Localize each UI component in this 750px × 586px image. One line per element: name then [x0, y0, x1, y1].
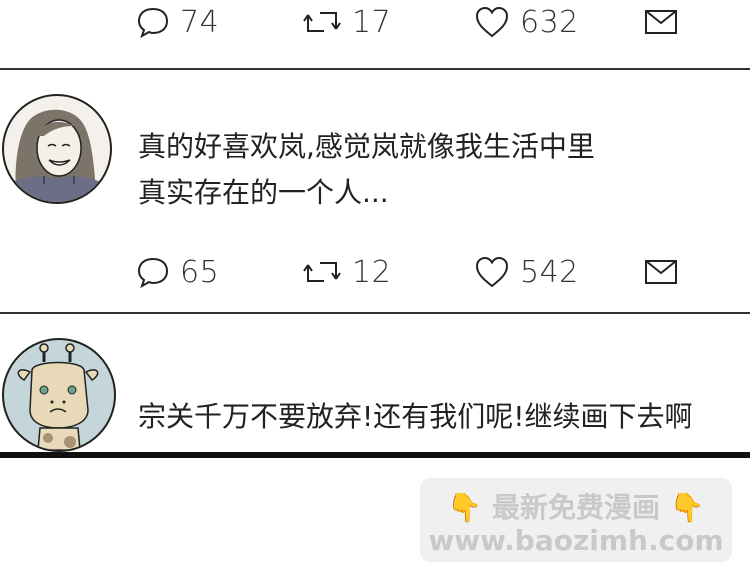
tweet-divider: [0, 312, 750, 314]
retweet-count: 12: [352, 254, 392, 290]
tweet-text-line-1: 真的好喜欢岚,感觉岚就像我生活中里: [138, 130, 595, 163]
section-divider: [0, 452, 750, 458]
reply-action[interactable]: 74: [136, 2, 219, 42]
tweet-text-line-2: 真实存在的一个人...: [138, 176, 389, 209]
message-icon: [645, 260, 677, 284]
like-action[interactable]: 542: [474, 252, 579, 292]
retweet-action[interactable]: 17: [302, 2, 391, 42]
avatar[interactable]: [2, 94, 112, 204]
like-count: 632: [520, 4, 579, 40]
watermark: 👇 最新免费漫画 👇 www.baozimh.com: [420, 478, 732, 562]
reply-count: 65: [180, 254, 220, 290]
retweet-count: 17: [352, 4, 392, 40]
pointing-down-icon: 👇: [447, 491, 483, 524]
tweet-1-actions: 74 17 632: [0, 2, 750, 42]
like-count: 542: [520, 254, 579, 290]
tweet-2-actions: 65 12 542: [0, 252, 750, 292]
avatar[interactable]: [2, 338, 116, 452]
woman-portrait-icon: [4, 109, 110, 202]
retweet-action[interactable]: 12: [302, 252, 391, 292]
watermark-text: 最新免费漫画: [491, 491, 660, 524]
reply-action[interactable]: 65: [136, 252, 219, 292]
like-action[interactable]: 632: [474, 2, 579, 42]
like-icon: [475, 256, 509, 288]
message-icon: [645, 10, 677, 34]
giraffe-portrait-icon: [17, 343, 99, 450]
reply-count: 74: [180, 4, 220, 40]
reply-icon: [137, 7, 169, 39]
retweet-icon: [303, 12, 341, 32]
message-action[interactable]: [644, 2, 678, 42]
tweet-text-line-1: 宗关千万不要放弃!还有我们呢!继续画下去啊: [138, 400, 693, 433]
pointing-down-icon: 👇: [669, 491, 705, 524]
watermark-url: www.baozimh.com: [428, 524, 724, 557]
watermark-title: 👇 最新免费漫画 👇: [420, 486, 732, 526]
like-icon: [475, 6, 509, 38]
retweet-icon: [303, 262, 341, 282]
message-action[interactable]: [644, 252, 678, 292]
tweet-divider: [0, 68, 750, 70]
reply-icon: [137, 257, 169, 289]
